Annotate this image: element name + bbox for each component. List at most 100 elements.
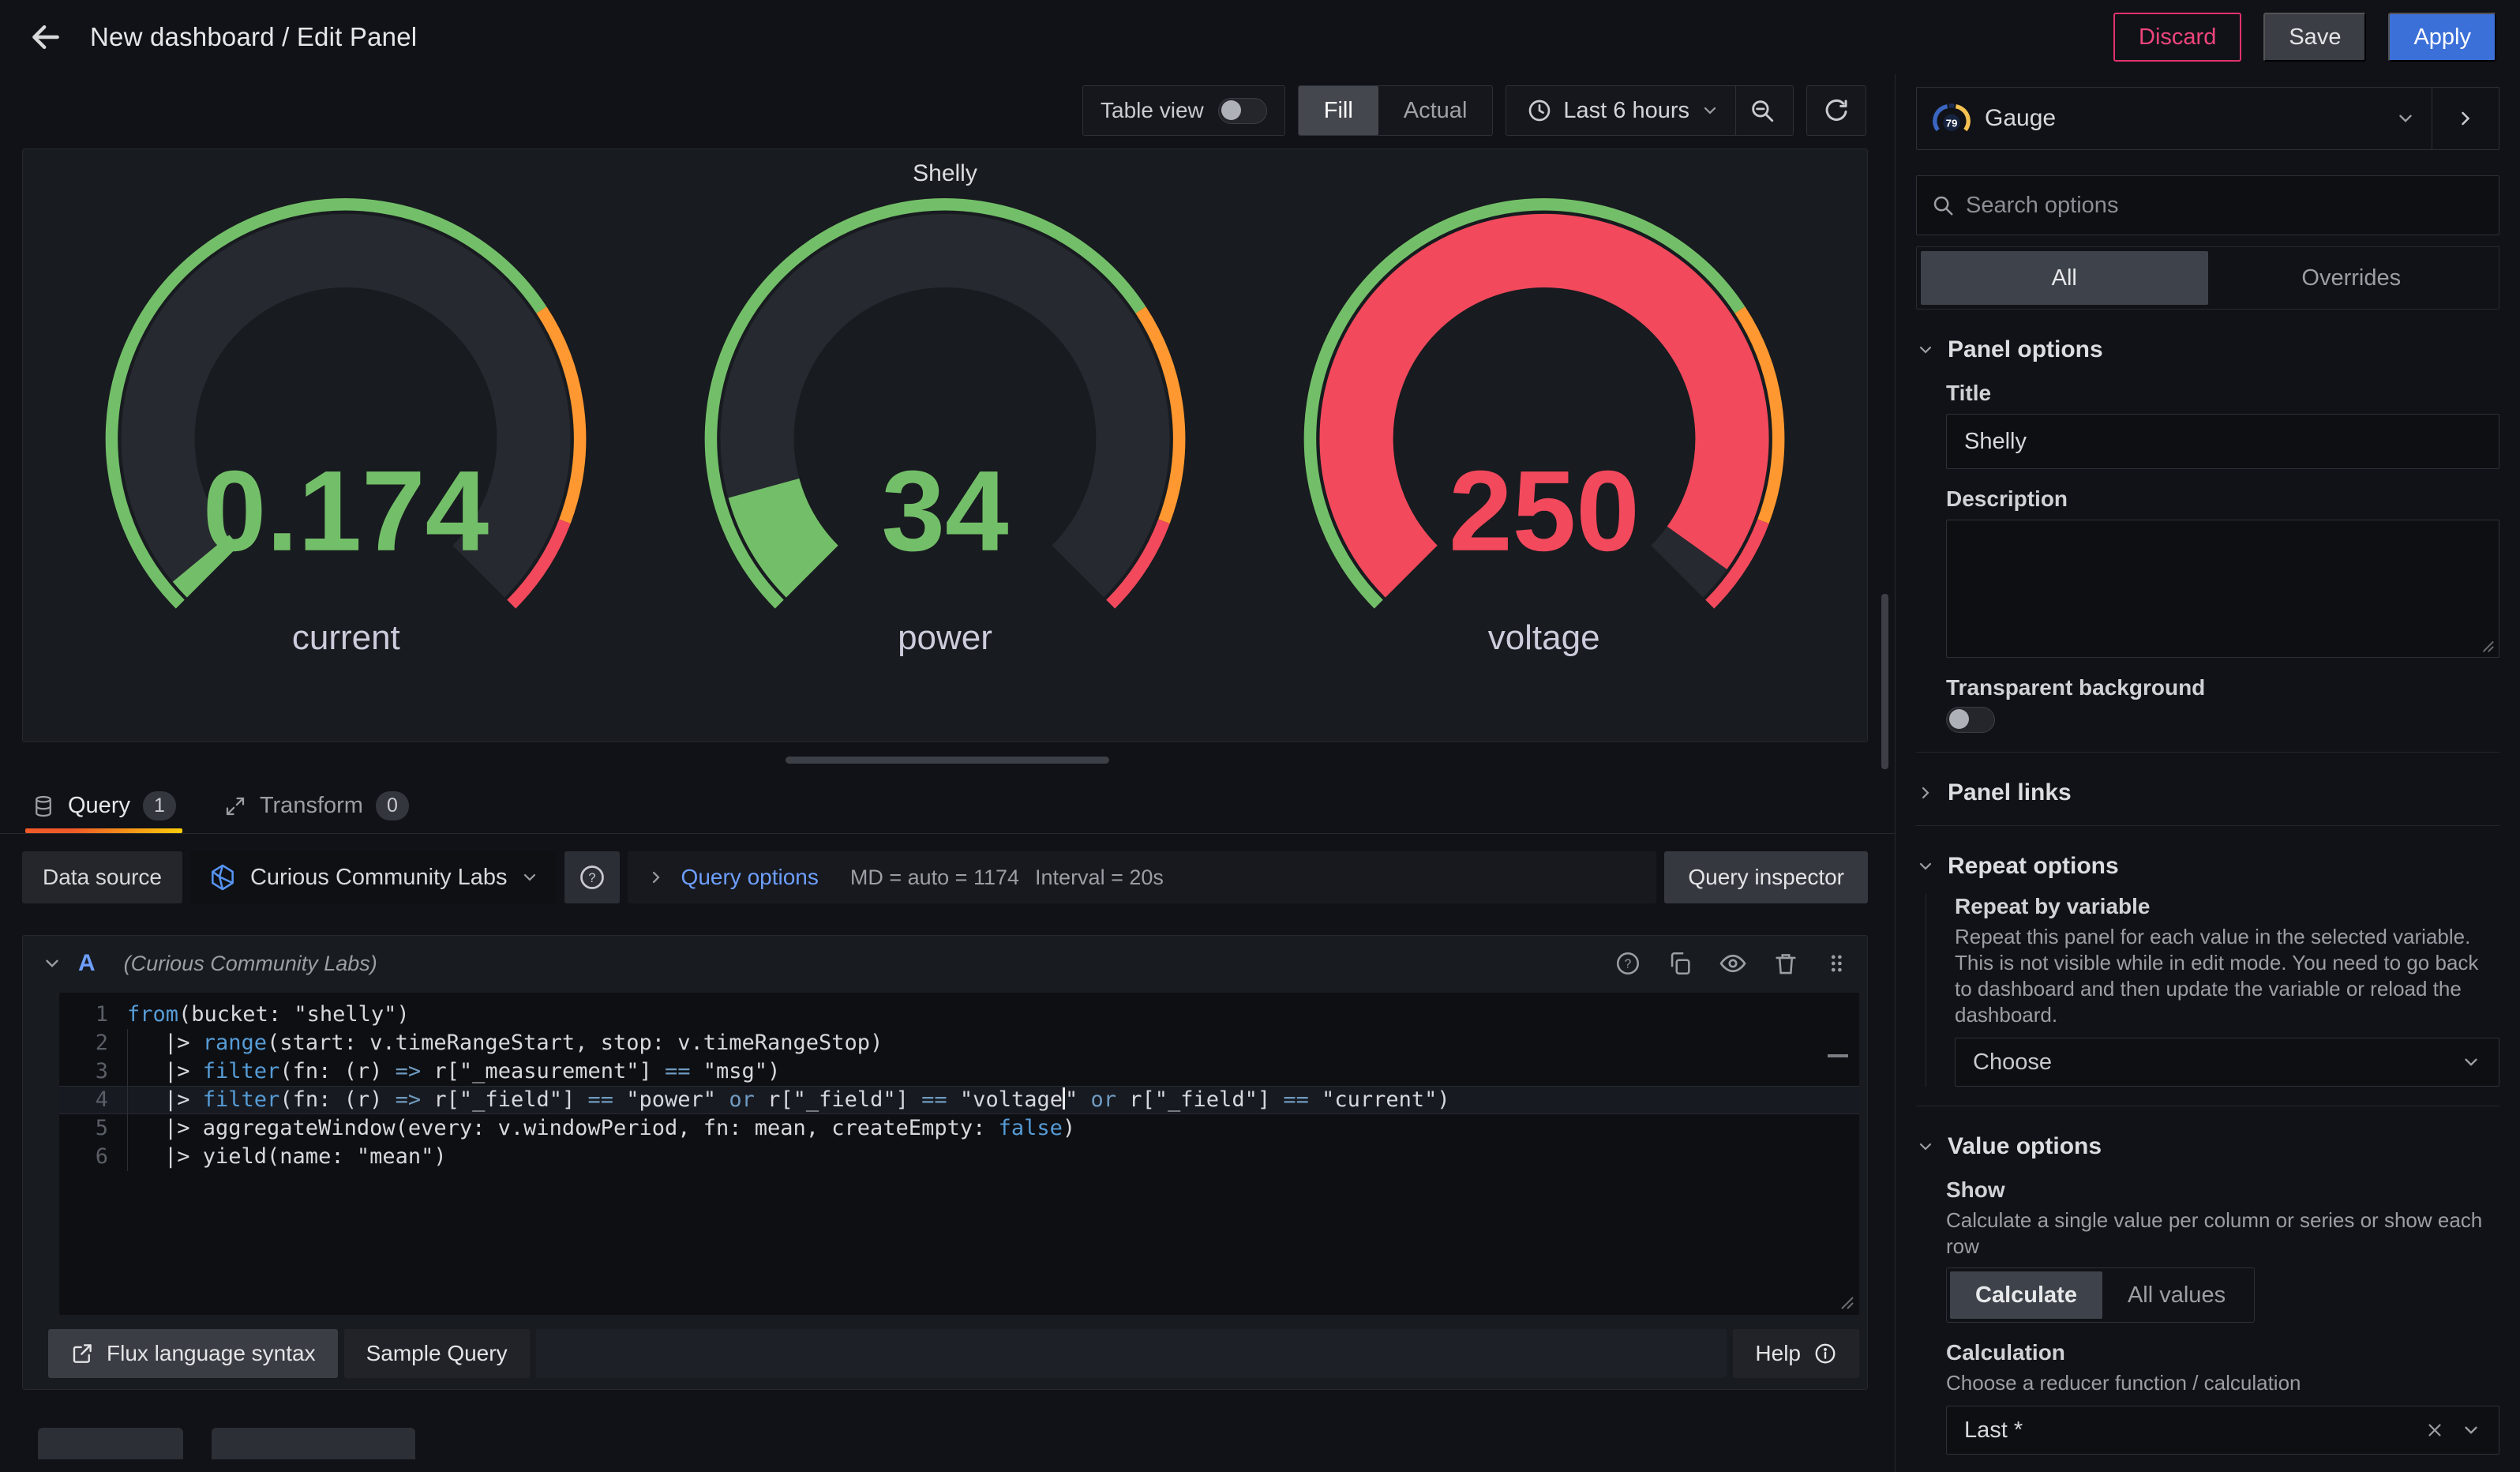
apply-button[interactable]: Apply	[2388, 13, 2496, 62]
tab-query[interactable]: Query 1	[25, 779, 182, 833]
calculation-label: Calculation	[1946, 1340, 2499, 1365]
code-line[interactable]: 5|> aggregateWindow(every: v.windowPerio…	[59, 1114, 1859, 1143]
textarea-resize-grip-icon[interactable]	[2479, 637, 2495, 653]
divider	[1916, 752, 2499, 753]
panel-resize-row	[0, 742, 1895, 779]
gauge-value: 34	[881, 447, 1008, 575]
panel-options-body: Title Description Transparent background	[1916, 381, 2499, 733]
flux-syntax-button[interactable]: Flux language syntax	[48, 1329, 338, 1378]
tab-transform[interactable]: Transform 0	[217, 779, 415, 833]
options-search-input[interactable]	[1966, 193, 2484, 219]
time-picker: Last 6 hours	[1506, 85, 1794, 136]
datasource-row: Data source Curious Community Labs ? Que…	[22, 851, 1868, 903]
chevron-down-icon	[1701, 101, 1719, 120]
repeat-by-variable-label: Repeat by variable	[1955, 894, 2499, 919]
gauge-power: 34 power	[673, 193, 1217, 658]
add-expression-button[interactable]	[212, 1428, 415, 1459]
divider	[1916, 825, 2499, 826]
code-line[interactable]: 6 |> yield(name: "mean")	[59, 1143, 1859, 1171]
code-line[interactable]: 3|> filter(fn: (r) => r["_measurement"] …	[59, 1057, 1859, 1086]
calculation-select[interactable]: Last *	[1946, 1406, 2499, 1455]
datasource-picker[interactable]: Curious Community Labs	[190, 851, 557, 903]
panel-resize-handle[interactable]	[786, 757, 1109, 764]
panel-title-input[interactable]	[1946, 414, 2499, 469]
code-lines: 1from(bucket: "shelly")2|> range(start: …	[59, 1001, 1859, 1171]
line-number: 6	[59, 1143, 108, 1171]
info-circle-icon	[1813, 1342, 1837, 1365]
datasource-help-button[interactable]: ?	[564, 851, 620, 903]
back-arrow-icon[interactable]	[24, 15, 68, 59]
collapse-chevron-icon[interactable]	[42, 953, 62, 974]
search-icon	[1931, 193, 1955, 218]
duplicate-query-icon[interactable]	[1667, 950, 1693, 977]
options-search[interactable]	[1916, 175, 2499, 235]
visualization-select[interactable]: 79 Gauge	[1917, 88, 2432, 149]
code-text: |> yield(name: "mean")	[127, 1143, 447, 1171]
refresh-icon	[1823, 97, 1850, 124]
all-values-option[interactable]: All values	[2102, 1271, 2251, 1319]
query-inspector-button[interactable]: Query inspector	[1664, 851, 1868, 903]
max-datapoints-stat: MD = auto = 1174	[850, 866, 1019, 890]
transform-icon	[223, 794, 247, 818]
query-options-bar[interactable]: Query options MD = auto = 1174 Interval …	[628, 851, 1657, 903]
drag-handle-icon[interactable]	[1824, 950, 1848, 977]
datasource-label: Data source	[22, 851, 182, 903]
query-options-label[interactable]: Query options	[681, 865, 819, 890]
panel-toolbar: Table view Fill Actual Last 6 hours	[0, 74, 1895, 147]
time-range-button[interactable]: Last 6 hours	[1511, 86, 1735, 135]
tab-all[interactable]: All	[1921, 251, 2208, 305]
interval-stat: Interval = 20s	[1035, 866, 1164, 890]
panel-preview[interactable]: Shelly 0.174 current 34 power 250 voltag…	[22, 148, 1868, 742]
gauge-viz-icon: 79	[1933, 102, 1971, 135]
repeat-options-header[interactable]: Repeat options	[1916, 853, 2499, 880]
table-view-label: Table view	[1101, 98, 1204, 123]
help-button[interactable]: Help	[1733, 1329, 1859, 1378]
gauge-value: 250	[1449, 447, 1640, 575]
visualization-name: Gauge	[1985, 105, 2381, 132]
gauge-chart: 34	[673, 193, 1217, 618]
query-ref-id[interactable]: A	[78, 950, 96, 977]
panel-title: Shelly	[23, 149, 1867, 187]
add-query-button[interactable]	[38, 1428, 183, 1459]
collapse-pane-button[interactable]	[2432, 88, 2499, 149]
value-options-header[interactable]: Value options	[1916, 1133, 2499, 1160]
code-line[interactable]: 2|> range(start: v.timeRangeStart, stop:…	[59, 1029, 1859, 1057]
transparent-bg-toggle[interactable]	[1946, 707, 1995, 733]
calculate-option[interactable]: Calculate	[1950, 1271, 2102, 1319]
flux-syntax-label: Flux language syntax	[107, 1341, 316, 1366]
main-scrollbar-thumb[interactable]	[1881, 594, 1888, 769]
code-line[interactable]: 1from(bucket: "shelly")	[59, 1001, 1859, 1029]
save-button[interactable]: Save	[2263, 13, 2366, 62]
remove-query-trash-icon[interactable]	[1772, 950, 1799, 977]
tab-overrides[interactable]: Overrides	[2208, 251, 2496, 305]
query-help-icon[interactable]: ?	[1614, 950, 1641, 977]
actual-option[interactable]: Actual	[1378, 86, 1493, 135]
panel-links-header[interactable]: Panel links	[1916, 779, 2499, 806]
fill-option[interactable]: Fill	[1299, 86, 1378, 135]
footer-spacer	[536, 1329, 1727, 1378]
code-line[interactable]: 4|> filter(fn: (r) => r["_field"] == "po…	[59, 1086, 1859, 1114]
table-view-toggle[interactable]	[1218, 98, 1267, 124]
hide-response-eye-icon[interactable]	[1719, 949, 1747, 978]
calculation-value: Last *	[1964, 1418, 2409, 1444]
gauge-label: power	[898, 618, 992, 658]
discard-button[interactable]: Discard	[2113, 13, 2241, 62]
code-text: from(bucket: "shelly")	[108, 1001, 410, 1029]
panel-description-textarea[interactable]	[1946, 520, 2499, 658]
zoom-out-button[interactable]	[1736, 86, 1788, 135]
bottom-cut-buttons	[38, 1428, 1895, 1459]
database-icon	[32, 794, 55, 818]
options-sidebar: 79 Gauge All Overrides Panel options Tit…	[1895, 74, 2520, 1472]
refresh-button[interactable]	[1806, 85, 1866, 136]
code-text: |> filter(fn: (r) => r["_measurement"] =…	[127, 1057, 780, 1086]
gauge-value: 0.174	[203, 447, 489, 575]
clear-x-icon[interactable]	[2424, 1420, 2445, 1440]
sample-query-button[interactable]: Sample Query	[344, 1329, 530, 1378]
fill-actual-segmented: Fill Actual	[1298, 85, 1494, 136]
flux-code-editor[interactable]: 1from(bucket: "shelly")2|> range(start: …	[59, 993, 1859, 1315]
panel-options-header[interactable]: Panel options	[1916, 336, 2499, 363]
help-circle-icon: ?	[578, 863, 606, 892]
chevron-down-icon	[2461, 1052, 2481, 1072]
editor-resize-grip-icon[interactable]	[1837, 1293, 1854, 1310]
repeat-variable-select[interactable]: Choose	[1955, 1038, 2499, 1087]
